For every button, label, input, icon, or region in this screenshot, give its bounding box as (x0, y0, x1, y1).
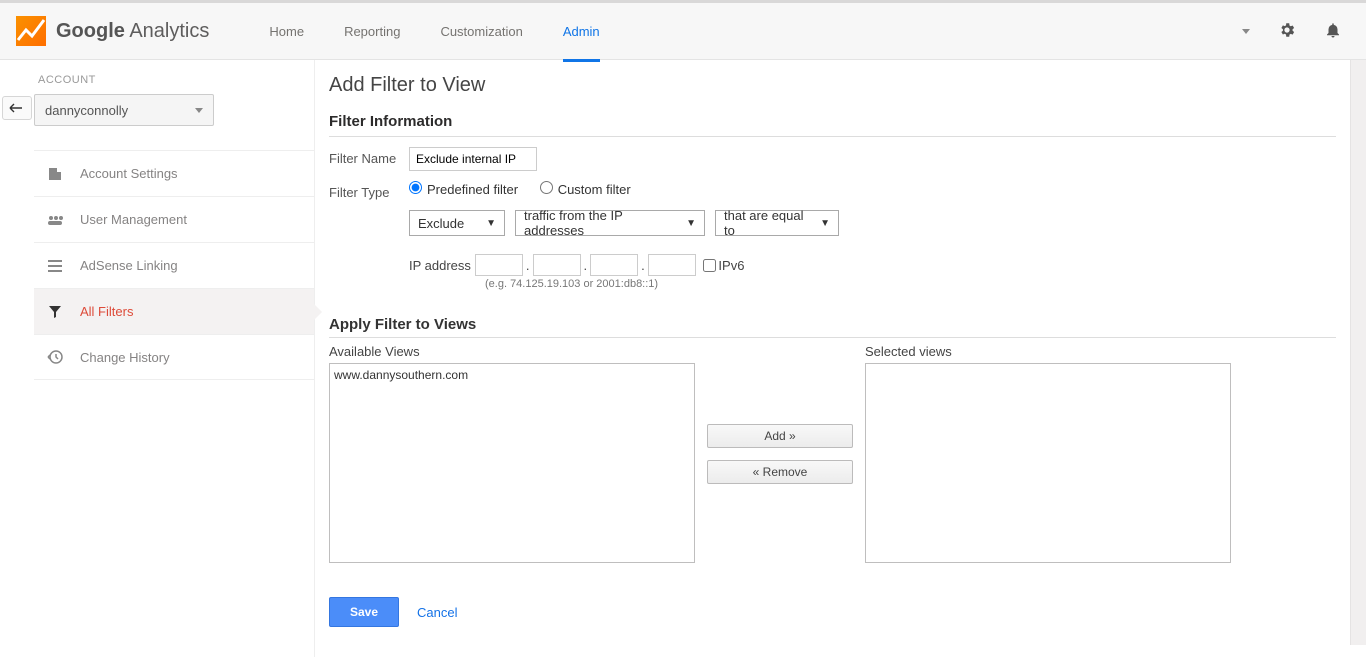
sidebar-item-label: All Filters (80, 304, 133, 319)
custom-radio-input[interactable] (540, 181, 553, 194)
nav-admin[interactable]: Admin (563, 2, 600, 61)
filter-type-label: Filter Type (329, 185, 409, 200)
sidebar-item-label: Account Settings (80, 166, 178, 181)
predefined-radio-input[interactable] (409, 181, 422, 194)
settings-gear-icon[interactable] (1278, 21, 1296, 42)
filter-info-heading: Filter Information (329, 113, 1336, 137)
available-views-list[interactable]: www.dannysouthern.com (329, 363, 695, 563)
sidebar-item-change-history[interactable]: Change History (34, 334, 314, 380)
chevron-down-icon: ▼ (820, 218, 830, 229)
nav-reporting[interactable]: Reporting (344, 2, 400, 61)
ipv6-checkbox[interactable] (703, 259, 716, 272)
filter-action-select[interactable]: Exclude▼ (409, 210, 505, 236)
chevron-down-icon: ▼ (486, 218, 496, 229)
available-view-item[interactable]: www.dannysouthern.com (334, 368, 690, 382)
selected-views-label: Selected views (865, 344, 1231, 359)
selected-views-list[interactable] (865, 363, 1231, 563)
nav-customization[interactable]: Customization (440, 2, 522, 61)
ip-address-label: IP address (409, 258, 471, 273)
account-menu-caret[interactable] (1242, 29, 1250, 34)
scrollbar-track[interactable] (1350, 60, 1366, 645)
back-handle (0, 60, 34, 657)
history-icon (46, 349, 64, 365)
filter-match-select[interactable]: that are equal to▼ (715, 210, 839, 236)
available-views-label: Available Views (329, 344, 695, 359)
chevron-down-icon (195, 108, 203, 113)
filter-name-input[interactable] (409, 147, 537, 171)
main-content: Add Filter to View Filter Information Fi… (314, 60, 1366, 657)
add-view-button[interactable]: Add » (707, 424, 853, 448)
sidebar-item-account-settings[interactable]: Account Settings (34, 150, 314, 196)
ip-octet-1[interactable] (475, 254, 523, 276)
ipv6-label: IPv6 (718, 258, 744, 273)
logo-text: Google Analytics (56, 20, 209, 43)
account-selected: dannyconnolly (45, 103, 128, 118)
sidebar-item-adsense-linking[interactable]: AdSense Linking (34, 242, 314, 288)
filter-source-select[interactable]: traffic from the IP addresses▼ (515, 210, 705, 236)
filter-name-label: Filter Name (329, 151, 409, 166)
sidebar-item-label: AdSense Linking (80, 258, 178, 273)
sidebar-item-label: Change History (80, 350, 170, 365)
building-icon (46, 166, 64, 182)
custom-filter-radio[interactable]: Custom filter (540, 182, 631, 197)
filter-icon (46, 305, 64, 319)
cancel-link[interactable]: Cancel (417, 605, 457, 620)
account-selector[interactable]: dannyconnolly (34, 94, 214, 126)
nav-home[interactable]: Home (269, 2, 304, 61)
back-button[interactable] (2, 96, 32, 120)
main-nav: Home Reporting Customization Admin (269, 2, 599, 61)
notifications-bell-icon[interactable] (1324, 21, 1342, 42)
ip-octet-4[interactable] (648, 254, 696, 276)
apply-filter-heading: Apply Filter to Views (329, 316, 1336, 338)
ip-octet-3[interactable] (590, 254, 638, 276)
list-icon (46, 259, 64, 273)
remove-view-button[interactable]: « Remove (707, 460, 853, 484)
sidebar-item-all-filters[interactable]: All Filters (34, 288, 314, 334)
page-title: Add Filter to View (329, 74, 1336, 97)
top-bar: Google Analytics Home Reporting Customiz… (0, 0, 1366, 60)
sidebar-item-user-management[interactable]: User Management (34, 196, 314, 242)
sidebar-item-label: User Management (80, 212, 187, 227)
ip-example-text: (e.g. 74.125.19.103 or 2001:db8::1) (485, 278, 1336, 290)
ip-octet-2[interactable] (533, 254, 581, 276)
account-section-label: ACCOUNT (38, 74, 314, 86)
predefined-filter-radio[interactable]: Predefined filter (409, 182, 518, 197)
chevron-down-icon: ▼ (686, 218, 696, 229)
ga-logo-icon (16, 16, 46, 46)
users-icon (46, 214, 64, 226)
logo[interactable]: Google Analytics (16, 16, 209, 46)
save-button[interactable]: Save (329, 597, 399, 627)
sidebar: ACCOUNT dannyconnolly Account Settings U… (34, 60, 314, 657)
